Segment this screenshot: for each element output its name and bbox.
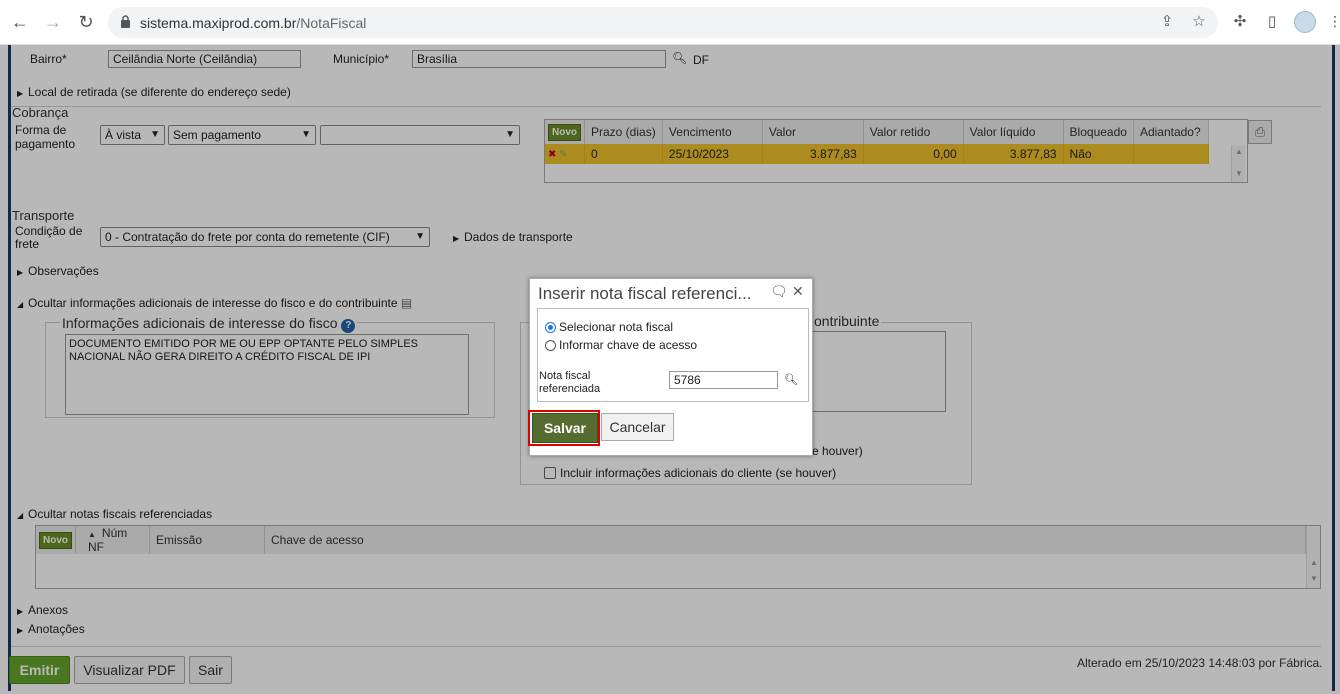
address-bar[interactable]: sistema.maxiprod.com.br/NotaFiscal ⇪ ☆ (108, 7, 1218, 38)
extensions-puzzle-icon[interactable]: ✣ (1231, 13, 1249, 31)
profile-avatar[interactable] (1294, 11, 1316, 33)
menu-kebab-icon[interactable]: ⋮ (1328, 13, 1340, 30)
share-icon[interactable]: ⇪ (1158, 13, 1176, 31)
nf-referenciada-label-2: referenciada (539, 383, 601, 395)
salvar-button[interactable]: Salvar (532, 413, 598, 443)
opt-selecionar-label: Selecionar nota fiscal (559, 320, 674, 334)
nf-referenciada-input[interactable]: 5786 (669, 371, 778, 389)
lock-icon (121, 15, 130, 28)
url-text: sistema.maxiprod.com.br/NotaFiscal (140, 15, 367, 31)
reload-icon[interactable]: ↻ (75, 11, 97, 33)
comment-icon[interactable]: 🗨︎ (770, 283, 788, 300)
bookmark-star-icon[interactable]: ☆ (1190, 13, 1208, 31)
opt-selecionar-nf[interactable]: Selecionar nota fiscal (545, 320, 673, 334)
forward-arrow-icon[interactable]: → (42, 11, 64, 33)
salvar-highlight: Salvar (528, 410, 600, 446)
opt-informar-chave[interactable]: Informar chave de acesso (545, 338, 697, 352)
dialog-title: Inserir nota fiscal referenci... (538, 284, 752, 303)
search-icon[interactable]: 🔍︎ (784, 373, 798, 386)
cancelar-button[interactable]: Cancelar (601, 413, 674, 441)
dialog-body: Selecionar nota fiscal Informar chave de… (537, 308, 809, 402)
radio-unselected[interactable] (545, 340, 556, 351)
nf-referenciada-label-1: Nota fiscal (539, 370, 591, 382)
browser-toolbar: ← → ↻ sistema.maxiprod.com.br/NotaFiscal… (0, 0, 1340, 45)
close-icon[interactable]: ✕ (792, 283, 804, 300)
opt-chave-label: Informar chave de acesso (559, 338, 698, 352)
side-panel-icon[interactable]: ▯ (1263, 13, 1281, 31)
back-arrow-icon[interactable]: ← (9, 11, 31, 33)
radio-selected[interactable] (545, 322, 556, 333)
